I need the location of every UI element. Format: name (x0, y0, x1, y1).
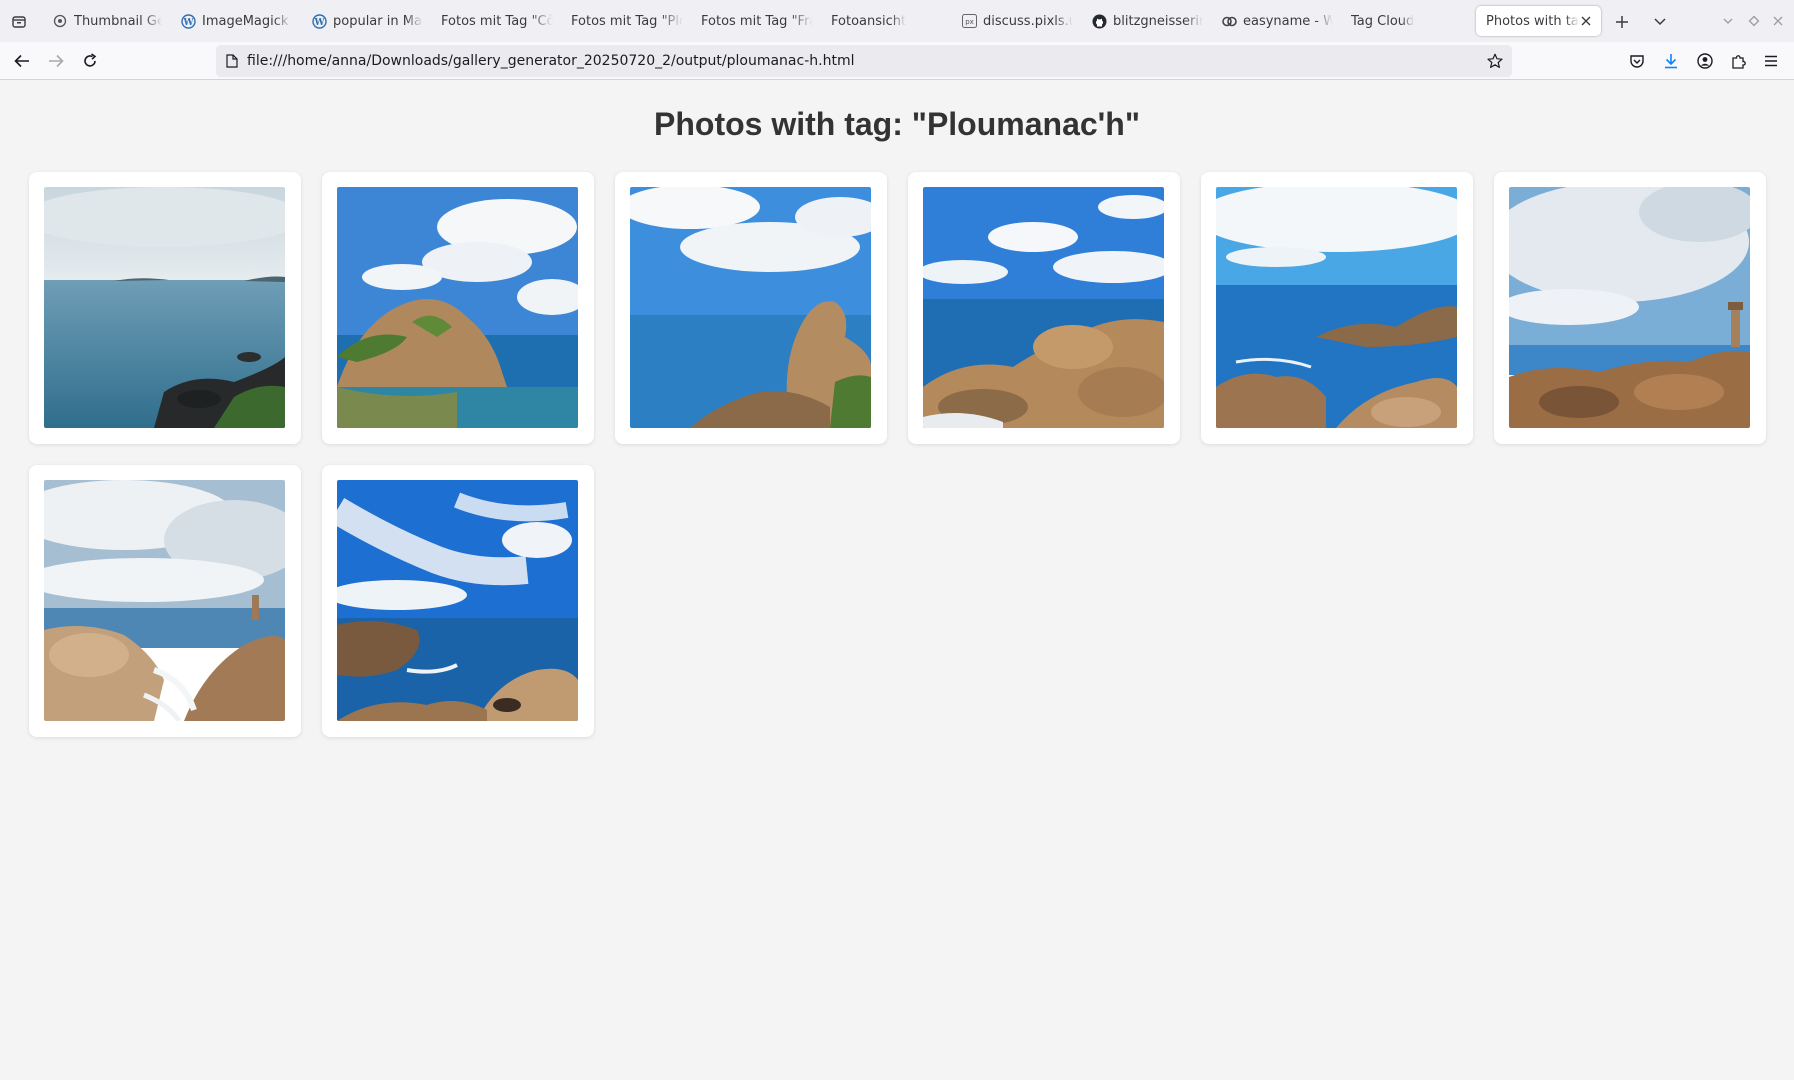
tab-label: Tag Cloud (1351, 13, 1415, 29)
page-icon (224, 53, 240, 69)
new-tab-icon[interactable] (1610, 10, 1634, 34)
back-icon[interactable] (10, 50, 34, 72)
close-tab-icon[interactable] (1581, 16, 1591, 26)
url-bar[interactable]: file:///home/anna/Downloads/gallery_gene… (216, 45, 1512, 77)
tab-label: popular in May (333, 13, 423, 29)
tab-label: Fotos mit Tag "Fran (701, 13, 813, 29)
forward-icon[interactable] (44, 50, 68, 72)
photo-thumbnail[interactable] (337, 187, 578, 428)
photo-card (1201, 172, 1473, 444)
photo-thumbnail[interactable] (44, 187, 285, 428)
tab-imagemagick[interactable]: W ImageMagick E (180, 6, 292, 36)
menu-icon[interactable] (1760, 50, 1782, 72)
photo-thumbnail[interactable] (44, 480, 285, 721)
photo-card (1494, 172, 1766, 444)
wordpress-icon: W (311, 13, 327, 29)
tab-tag-cloud[interactable]: Tag Cloud (1351, 6, 1463, 36)
tab-label: Photos with tag: "Ploumanac'h" (1486, 13, 1579, 29)
tab-fotos-plou[interactable]: Fotos mit Tag "Plou (571, 6, 683, 36)
tab-label: ImageMagick E (202, 13, 292, 29)
globe-icon (52, 13, 68, 29)
svg-text:W: W (313, 18, 325, 28)
firefox-view-icon[interactable] (8, 11, 30, 33)
close-window-icon[interactable] (1768, 10, 1788, 32)
photo-card (615, 172, 887, 444)
tab-thumbnail-gen[interactable]: Thumbnail Gen (52, 6, 162, 36)
tab-discuss-pixls[interactable]: px discuss.pixls.us (961, 6, 1073, 36)
photo-thumbnail[interactable] (923, 187, 1164, 428)
tab-photos-with-tag[interactable]: Photos with tag: "Ploumanac'h" (1476, 6, 1601, 36)
tab-fotos-cote[interactable]: Fotos mit Tag "Côte (441, 6, 553, 36)
navigation-toolbar: file:///home/anna/Downloads/gallery_gene… (0, 42, 1794, 80)
tab-label: Fotos mit Tag "Côte (441, 13, 553, 29)
tab-fotoansicht[interactable]: Fotoansicht (831, 6, 943, 36)
photo-card (29, 172, 301, 444)
tab-label: Fotoansicht (831, 13, 907, 29)
tab-label: easyname - We (1243, 13, 1333, 29)
pixls-icon: px (961, 13, 977, 29)
tab-label: discuss.pixls.us (983, 13, 1073, 29)
tab-label: blitzgneisserin (1113, 13, 1203, 29)
tab-label: Fotos mit Tag "Plou (571, 13, 683, 29)
maximize-window-icon[interactable] (1744, 10, 1764, 32)
svg-text:px: px (965, 18, 974, 26)
tab-blitzgneisserin[interactable]: blitzgneisserin (1091, 6, 1203, 36)
tab-label: Thumbnail Gen (74, 13, 162, 29)
reload-icon[interactable] (78, 50, 102, 72)
url-text[interactable]: file:///home/anna/Downloads/gallery_gene… (247, 45, 854, 77)
list-all-tabs-icon[interactable] (1648, 10, 1672, 34)
photo-card (322, 172, 594, 444)
pocket-icon[interactable] (1626, 50, 1648, 72)
svg-text:W: W (182, 18, 194, 28)
tab-popular-in-may[interactable]: W popular in May (311, 6, 423, 36)
photo-thumbnail[interactable] (630, 187, 871, 428)
page-title: Photos with tag: "Ploumanac'h" (654, 106, 1140, 142)
photo-card (322, 465, 594, 737)
github-icon (1091, 13, 1107, 29)
bookmark-star-icon[interactable] (1486, 52, 1504, 70)
photo-thumbnail[interactable] (1216, 187, 1457, 428)
extensions-icon[interactable] (1728, 50, 1750, 72)
wordpress-icon: W (180, 13, 196, 29)
tab-easyname[interactable]: easyname - We (1221, 6, 1333, 36)
downloads-icon[interactable] (1660, 50, 1682, 72)
photo-thumbnail[interactable] (337, 480, 578, 721)
tab-bar: Thumbnail Gen W ImageMagick E W popular … (0, 0, 1794, 42)
photo-thumbnail[interactable] (1509, 187, 1750, 428)
minimize-window-icon[interactable] (1718, 10, 1738, 32)
photo-grid (29, 172, 1766, 737)
photo-card (908, 172, 1180, 444)
easyname-icon (1221, 13, 1237, 29)
tab-fotos-fran[interactable]: Fotos mit Tag "Fran (701, 6, 813, 36)
account-icon[interactable] (1694, 50, 1716, 72)
photo-card (29, 465, 301, 737)
